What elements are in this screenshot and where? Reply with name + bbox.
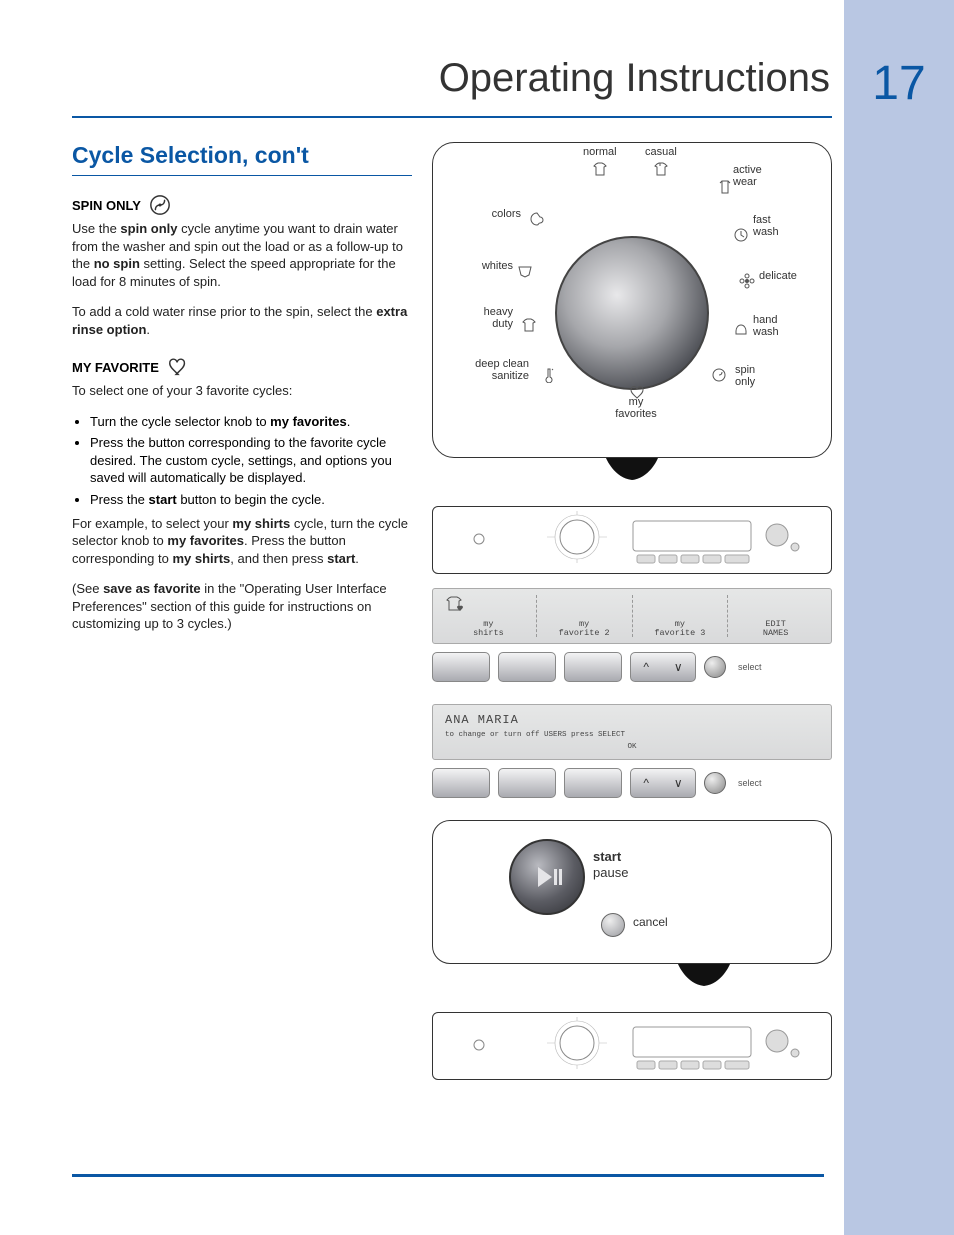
- lcd-user-display: ANA MARIA to change or turn off USERS pr…: [432, 704, 832, 760]
- select-button-b[interactable]: [704, 772, 726, 794]
- brief-icon: [517, 263, 533, 279]
- cancel-button[interactable]: [601, 913, 625, 937]
- option-button-3[interactable]: [564, 652, 622, 682]
- lcd-seg-edit-names: EDITNAMES: [728, 595, 823, 637]
- spin-only-p2: To add a cold water rinse prior to the s…: [72, 303, 412, 338]
- my-favorite-steps: Turn the cycle selector knob to my favor…: [72, 413, 412, 509]
- start-pause-cancel-illustration: start pause cancel: [432, 820, 832, 964]
- dial-label-fast-wash: fast wash: [753, 215, 779, 238]
- list-item: Press the button corresponding to the fa…: [90, 434, 412, 487]
- dial-label-heavy-duty: heavy duty: [457, 307, 513, 330]
- polo-icon: [653, 161, 669, 177]
- palette-icon: [529, 211, 545, 227]
- chevron-down-icon: ∨: [674, 776, 683, 790]
- dial-label-colors: colors: [477, 209, 521, 221]
- option-button-1[interactable]: [432, 652, 490, 682]
- shirt-heart-icon: [445, 595, 467, 616]
- chevron-up-icon: ^: [643, 660, 649, 674]
- my-favorite-example: For example, to select your my shirts cy…: [72, 515, 412, 568]
- dial-label-active-wear: active wear: [733, 165, 762, 188]
- subhead-spin-only-text: SPIN ONLY: [72, 198, 141, 213]
- list-item: Turn the cycle selector knob to my favor…: [90, 413, 412, 431]
- dial-label-casual: casual: [645, 147, 677, 179]
- page-title: Operating Instructions: [290, 56, 830, 101]
- footer-rule: [72, 1174, 824, 1177]
- control-panel-mini-1: [432, 506, 832, 574]
- hand-icon: [733, 321, 749, 337]
- lcd-seg-fav2: myfavorite 2: [537, 595, 633, 637]
- spiral-small-icon: [711, 367, 727, 383]
- option-button-2b[interactable]: [498, 768, 556, 798]
- dial-label-whites: whites: [463, 261, 513, 273]
- subhead-my-favorite: MY FAVORITE: [72, 356, 412, 378]
- my-favorite-note: (See save as favorite in the "Operating …: [72, 580, 412, 633]
- dial-label-deep-clean: deep clean sanitize: [449, 359, 529, 382]
- clock-icon: [733, 227, 749, 243]
- up-down-rocker-b[interactable]: ^ ∨: [630, 768, 696, 798]
- select-label: select: [738, 662, 762, 672]
- lcd-seg-my-shirts: myshirts: [441, 595, 537, 637]
- page-side-tab: 17: [844, 0, 954, 1235]
- lcd-seg-fav3: myfavorite 3: [633, 595, 729, 637]
- dial-label-delicate: delicate: [759, 271, 797, 283]
- page-number: 17: [844, 56, 954, 111]
- lcd-user-ok: OK: [445, 743, 819, 751]
- section-title: Cycle Selection, con't: [72, 142, 412, 176]
- tank-icon: [717, 179, 733, 195]
- chevron-down-icon: ∨: [674, 660, 683, 674]
- button-row-2: ^ ∨ select: [432, 768, 832, 798]
- lcd-favorites-display: myshirts myfavorite 2 myfavorite 3 EDITN…: [432, 588, 832, 644]
- select-button[interactable]: [704, 656, 726, 678]
- spiral-icon: [149, 194, 171, 216]
- option-button-1b[interactable]: [432, 768, 490, 798]
- shirt-icon: [592, 161, 608, 177]
- subhead-my-favorite-text: MY FAVORITE: [72, 360, 159, 375]
- heart-small-icon: [629, 385, 645, 401]
- heart-outline-icon: [167, 356, 189, 378]
- subhead-spin-only: SPIN ONLY: [72, 194, 412, 216]
- dial-label-hand-wash: hand wash: [753, 315, 779, 338]
- option-button-2[interactable]: [498, 652, 556, 682]
- dial-label-normal: normal: [583, 147, 617, 179]
- thermometer-icon: [541, 367, 557, 383]
- spin-only-p1: Use the spin only cycle anytime you want…: [72, 220, 412, 290]
- callout-pointer-icon: [432, 458, 832, 482]
- control-panel-mini-2: [432, 1012, 832, 1080]
- lcd-user-hint: to change or turn off USERS press SELECT: [445, 731, 819, 739]
- chevron-up-icon: ^: [643, 776, 649, 790]
- dial-label-spin-only: spin only: [735, 365, 755, 388]
- cycle-dial-illustration: normal casual active wear fast wash deli…: [432, 142, 832, 458]
- header-rule: [72, 116, 832, 118]
- list-item: Press the start button to begin the cycl…: [90, 491, 412, 509]
- cycle-dial-knob[interactable]: [555, 236, 709, 390]
- button-row-1: ^ ∨ select: [432, 652, 832, 682]
- select-label-b: select: [738, 778, 762, 788]
- start-pause-button[interactable]: [509, 839, 585, 915]
- flower-icon: [739, 273, 755, 289]
- up-down-rocker[interactable]: ^ ∨: [630, 652, 696, 682]
- lcd-user-name: ANA MARIA: [445, 713, 819, 727]
- start-pause-labels: start pause: [593, 849, 628, 882]
- callout-pointer-icon-2: [432, 964, 832, 988]
- option-button-3b[interactable]: [564, 768, 622, 798]
- my-favorite-intro: To select one of your 3 favorite cycles:: [72, 382, 412, 400]
- cancel-label: cancel: [633, 915, 668, 929]
- heavy-shirt-icon: [521, 317, 537, 333]
